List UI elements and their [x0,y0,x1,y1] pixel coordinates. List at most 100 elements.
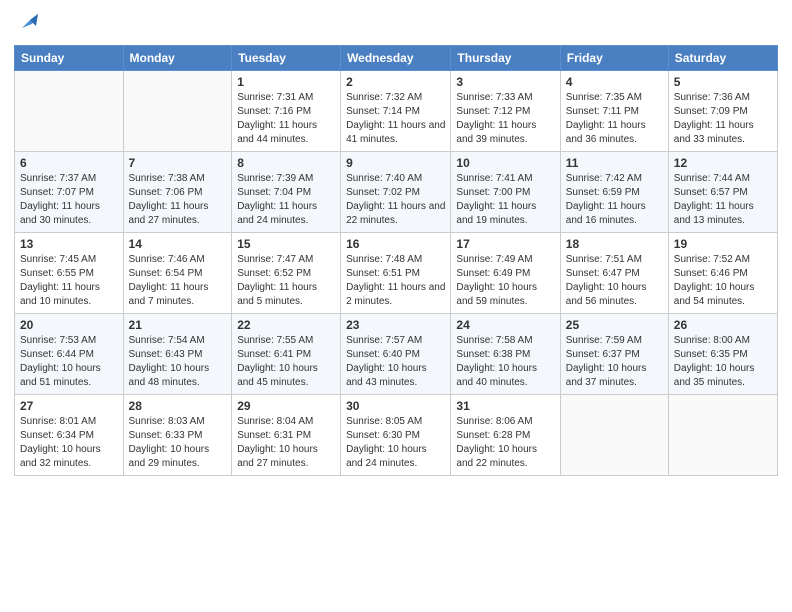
day-info: Sunrise: 7:39 AM Sunset: 7:04 PM Dayligh… [237,172,335,228]
day-info: Sunrise: 7:37 AM Sunset: 7:07 PM Dayligh… [20,172,118,228]
calendar-cell: 7 Sunrise: 7:38 AM Sunset: 7:06 PM Daylig… [123,152,232,233]
calendar-week-row: 13 Sunrise: 7:45 AM Sunset: 6:55 PM Dayli… [15,233,778,314]
logo [14,10,38,37]
col-header-monday: Monday [123,46,232,71]
calendar-cell: 23 Sunrise: 7:57 AM Sunset: 6:40 PM Dayli… [341,314,451,395]
day-info: Sunrise: 7:54 AM Sunset: 6:43 PM Dayligh… [129,334,227,390]
day-info: Sunrise: 7:53 AM Sunset: 6:44 PM Dayligh… [20,334,118,390]
calendar-cell: 21 Sunrise: 7:54 AM Sunset: 6:43 PM Dayli… [123,314,232,395]
calendar-cell: 17 Sunrise: 7:49 AM Sunset: 6:49 PM Dayli… [451,233,560,314]
col-header-friday: Friday [560,46,668,71]
day-info: Sunrise: 7:55 AM Sunset: 6:41 PM Dayligh… [237,334,335,390]
calendar-cell [668,395,777,476]
day-number: 23 [346,318,445,332]
logo-text [14,10,38,37]
day-info: Sunrise: 7:47 AM Sunset: 6:52 PM Dayligh… [237,253,335,309]
calendar-cell [560,395,668,476]
day-info: Sunrise: 7:58 AM Sunset: 6:38 PM Dayligh… [456,334,554,390]
day-number: 7 [129,156,227,170]
day-info: Sunrise: 7:35 AM Sunset: 7:11 PM Dayligh… [566,91,663,147]
day-info: Sunrise: 7:52 AM Sunset: 6:46 PM Dayligh… [674,253,772,309]
calendar-cell: 19 Sunrise: 7:52 AM Sunset: 6:46 PM Dayli… [668,233,777,314]
calendar-cell: 29Sunrise: 8:04 AM Sunset: 6:31 PM Dayli… [232,395,341,476]
calendar-header-row: SundayMondayTuesdayWednesdayThursdayFrid… [15,46,778,71]
calendar-cell [15,71,124,152]
calendar-cell: 1 Sunrise: 7:31 AM Sunset: 7:16 PM Daylig… [232,71,341,152]
day-number: 27 [20,399,118,413]
calendar-cell: 28Sunrise: 8:03 AM Sunset: 6:33 PM Dayli… [123,395,232,476]
day-info: Sunrise: 8:05 AM Sunset: 6:30 PM Dayligh… [346,415,445,471]
calendar-cell: 6 Sunrise: 7:37 AM Sunset: 7:07 PM Daylig… [15,152,124,233]
day-number: 19 [674,237,772,251]
day-number: 30 [346,399,445,413]
calendar-week-row: 20 Sunrise: 7:53 AM Sunset: 6:44 PM Dayli… [15,314,778,395]
calendar-cell: 8Sunrise: 7:39 AM Sunset: 7:04 PM Daylig… [232,152,341,233]
day-number: 11 [566,156,663,170]
day-info: Sunrise: 8:01 AM Sunset: 6:34 PM Dayligh… [20,415,118,471]
day-info: Sunrise: 7:33 AM Sunset: 7:12 PM Dayligh… [456,91,554,147]
calendar-cell: 11 Sunrise: 7:42 AM Sunset: 6:59 PM Dayli… [560,152,668,233]
logo-bird-icon [16,10,38,32]
day-number: 15 [237,237,335,251]
day-number: 16 [346,237,445,251]
day-number: 13 [20,237,118,251]
calendar-cell: 3 Sunrise: 7:33 AM Sunset: 7:12 PM Daylig… [451,71,560,152]
col-header-sunday: Sunday [15,46,124,71]
day-number: 21 [129,318,227,332]
day-number: 2 [346,75,445,89]
calendar-cell: 13 Sunrise: 7:45 AM Sunset: 6:55 PM Dayli… [15,233,124,314]
day-info: Sunrise: 7:38 AM Sunset: 7:06 PM Dayligh… [129,172,227,228]
day-number: 10 [456,156,554,170]
calendar-cell: 26 Sunrise: 8:00 AM Sunset: 6:35 PM Dayli… [668,314,777,395]
calendar-cell: 31Sunrise: 8:06 AM Sunset: 6:28 PM Dayli… [451,395,560,476]
day-info: Sunrise: 8:04 AM Sunset: 6:31 PM Dayligh… [237,415,335,471]
calendar-cell: 9 Sunrise: 7:40 AM Sunset: 7:02 PM Daylig… [341,152,451,233]
day-number: 9 [346,156,445,170]
calendar: SundayMondayTuesdayWednesdayThursdayFrid… [14,45,778,476]
calendar-cell: 25Sunrise: 7:59 AM Sunset: 6:37 PM Dayli… [560,314,668,395]
day-number: 25 [566,318,663,332]
calendar-cell: 27 Sunrise: 8:01 AM Sunset: 6:34 PM Dayli… [15,395,124,476]
day-number: 24 [456,318,554,332]
calendar-cell: 4Sunrise: 7:35 AM Sunset: 7:11 PM Daylig… [560,71,668,152]
day-info: Sunrise: 7:49 AM Sunset: 6:49 PM Dayligh… [456,253,554,309]
day-info: Sunrise: 7:36 AM Sunset: 7:09 PM Dayligh… [674,91,772,147]
day-number: 22 [237,318,335,332]
day-number: 20 [20,318,118,332]
day-info: Sunrise: 8:00 AM Sunset: 6:35 PM Dayligh… [674,334,772,390]
calendar-week-row: 1 Sunrise: 7:31 AM Sunset: 7:16 PM Daylig… [15,71,778,152]
calendar-cell: 12Sunrise: 7:44 AM Sunset: 6:57 PM Dayli… [668,152,777,233]
day-number: 6 [20,156,118,170]
day-info: Sunrise: 7:57 AM Sunset: 6:40 PM Dayligh… [346,334,445,390]
calendar-cell: 22 Sunrise: 7:55 AM Sunset: 6:41 PM Dayli… [232,314,341,395]
day-info: Sunrise: 7:42 AM Sunset: 6:59 PM Dayligh… [566,172,663,228]
day-info: Sunrise: 7:45 AM Sunset: 6:55 PM Dayligh… [20,253,118,309]
day-info: Sunrise: 7:51 AM Sunset: 6:47 PM Dayligh… [566,253,663,309]
calendar-cell: 30 Sunrise: 8:05 AM Sunset: 6:30 PM Dayli… [341,395,451,476]
calendar-cell: 24 Sunrise: 7:58 AM Sunset: 6:38 PM Dayli… [451,314,560,395]
day-number: 18 [566,237,663,251]
day-info: Sunrise: 8:03 AM Sunset: 6:33 PM Dayligh… [129,415,227,471]
day-number: 31 [456,399,554,413]
day-info: Sunrise: 7:40 AM Sunset: 7:02 PM Dayligh… [346,172,445,228]
calendar-cell: 14 Sunrise: 7:46 AM Sunset: 6:54 PM Dayli… [123,233,232,314]
day-number: 5 [674,75,772,89]
day-info: Sunrise: 7:46 AM Sunset: 6:54 PM Dayligh… [129,253,227,309]
day-info: Sunrise: 7:41 AM Sunset: 7:00 PM Dayligh… [456,172,554,228]
day-number: 14 [129,237,227,251]
calendar-cell: 15 Sunrise: 7:47 AM Sunset: 6:52 PM Dayli… [232,233,341,314]
day-number: 3 [456,75,554,89]
col-header-thursday: Thursday [451,46,560,71]
day-info: Sunrise: 7:31 AM Sunset: 7:16 PM Dayligh… [237,91,335,147]
col-header-tuesday: Tuesday [232,46,341,71]
calendar-week-row: 27 Sunrise: 8:01 AM Sunset: 6:34 PM Dayli… [15,395,778,476]
calendar-cell: 18 Sunrise: 7:51 AM Sunset: 6:47 PM Dayli… [560,233,668,314]
day-number: 26 [674,318,772,332]
day-number: 17 [456,237,554,251]
day-info: Sunrise: 7:48 AM Sunset: 6:51 PM Dayligh… [346,253,445,309]
calendar-cell: 10 Sunrise: 7:41 AM Sunset: 7:00 PM Dayli… [451,152,560,233]
calendar-cell: 2Sunrise: 7:32 AM Sunset: 7:14 PM Daylig… [341,71,451,152]
day-number: 1 [237,75,335,89]
day-number: 12 [674,156,772,170]
calendar-cell: 16 Sunrise: 7:48 AM Sunset: 6:51 PM Dayli… [341,233,451,314]
